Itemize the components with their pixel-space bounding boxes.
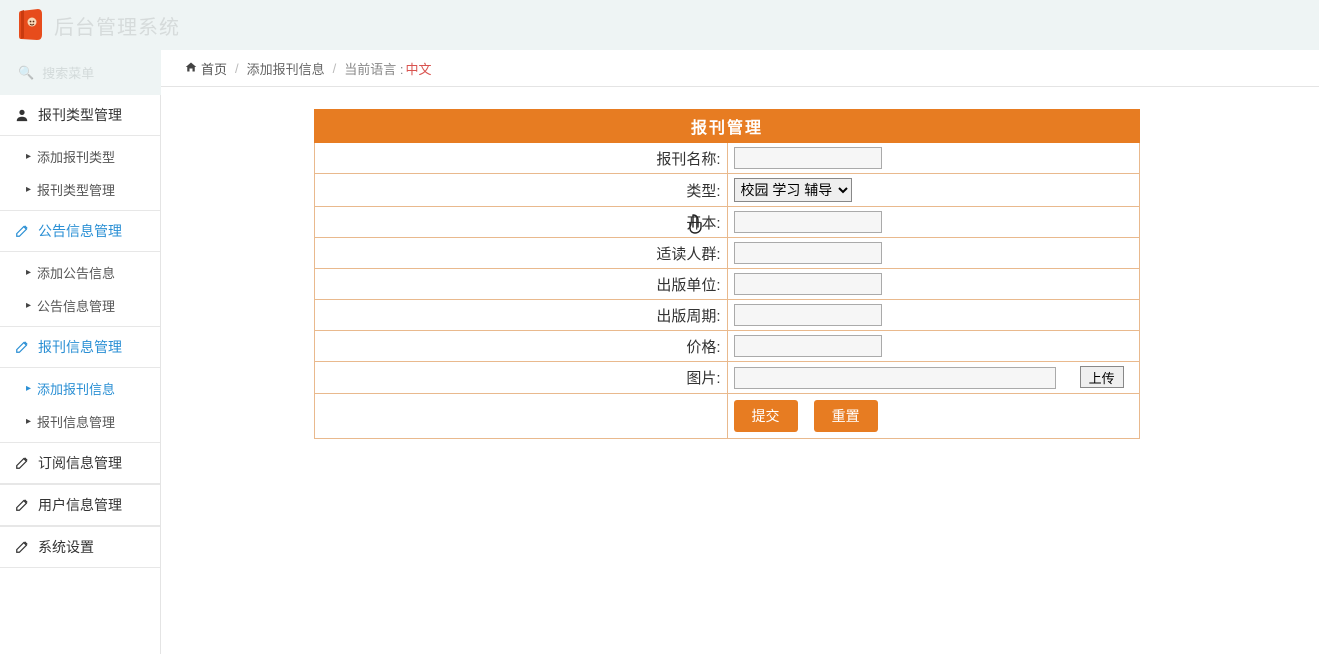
edit-icon — [14, 340, 30, 354]
sidebar-group-2[interactable]: 报刊信息管理 — [0, 326, 160, 368]
sidebar-item-1-0[interactable]: ▸ 添加公告信息 — [0, 256, 160, 289]
sidebar-item-2-0[interactable]: ▸ 添加报刊信息 — [0, 372, 160, 405]
breadcrumb-lang-label: 当前语言 : — [344, 59, 403, 78]
caret-right-icon: ▸ — [26, 151, 31, 162]
form-table: 报刊管理 报刊名称: 类型: 校园 学习 辅导 开本: 适读人群: — [314, 109, 1140, 439]
sidebar-item-label: 添加报刊类型 — [37, 147, 115, 166]
label-name: 报刊名称: — [315, 143, 728, 174]
input-format[interactable] — [734, 211, 882, 233]
app-logo — [18, 9, 44, 41]
caret-right-icon: ▸ — [26, 300, 31, 311]
select-type[interactable]: 校园 学习 辅导 — [734, 178, 852, 202]
sidebar-group-4[interactable]: 用户信息管理 — [0, 484, 160, 526]
sidebar-group-label: 订阅信息管理 — [38, 453, 122, 473]
edit-icon — [14, 456, 30, 470]
edit-icon — [14, 540, 30, 554]
label-period: 出版周期: — [315, 300, 728, 331]
label-image: 图片: — [315, 362, 728, 394]
sidebar-group-label: 公告信息管理 — [38, 221, 122, 241]
sidebar-item-label: 公告信息管理 — [37, 296, 115, 315]
label-audience: 适读人群: — [315, 238, 728, 269]
caret-right-icon: ▸ — [26, 416, 31, 427]
caret-right-icon: ▸ — [26, 184, 31, 195]
input-name[interactable] — [734, 147, 882, 169]
sidebar-group-1[interactable]: 公告信息管理 — [0, 210, 160, 252]
sidebar-item-2-1[interactable]: ▸ 报刊信息管理 — [0, 405, 160, 438]
caret-right-icon: ▸ — [26, 267, 31, 278]
sidebar-group-label: 用户信息管理 — [38, 495, 122, 515]
header-bar: 后台管理系统 — [0, 0, 1319, 50]
breadcrumb-sep: / — [235, 61, 239, 76]
breadcrumb-sep: / — [333, 61, 337, 76]
reset-button[interactable]: 重置 — [814, 400, 878, 432]
home-icon — [185, 61, 197, 76]
user-icon — [14, 108, 30, 122]
submit-button[interactable]: 提交 — [734, 400, 798, 432]
upload-button[interactable]: 上传 — [1080, 366, 1124, 388]
sidebar-item-label: 报刊类型管理 — [37, 180, 115, 199]
form-container: 报刊管理 报刊名称: 类型: 校园 学习 辅导 开本: 适读人群: — [161, 87, 1319, 439]
label-format: 开本: — [315, 207, 728, 238]
brand-title: 后台管理系统 — [54, 11, 180, 40]
input-publisher[interactable] — [734, 273, 882, 295]
sidebar-item-0-1[interactable]: ▸ 报刊类型管理 — [0, 173, 160, 206]
form-title: 报刊管理 — [315, 110, 1140, 143]
sidebar-item-0-0[interactable]: ▸ 添加报刊类型 — [0, 140, 160, 173]
main-area: 首页 / 添加报刊信息 / 当前语言 : 中文 报刊管理 报刊名称: 类型: 校… — [161, 50, 1319, 654]
sidebar-submenu-0: ▸ 添加报刊类型 ▸ 报刊类型管理 — [0, 136, 160, 210]
breadcrumb: 首页 / 添加报刊信息 / 当前语言 : 中文 — [161, 50, 1319, 87]
edit-icon — [14, 498, 30, 512]
sidebar-submenu-2: ▸ 添加报刊信息 ▸ 报刊信息管理 — [0, 368, 160, 442]
sidebar-group-5[interactable]: 系统设置 — [0, 526, 160, 568]
edit-icon — [14, 224, 30, 238]
sidebar-item-label: 添加公告信息 — [37, 263, 115, 282]
sidebar-group-0[interactable]: 报刊类型管理 — [0, 95, 160, 136]
search-icon: 🔍 — [18, 65, 34, 81]
sidebar-item-1-1[interactable]: ▸ 公告信息管理 — [0, 289, 160, 322]
sidebar-search-area: 🔍 搜索菜单 — [0, 50, 161, 95]
sidebar-group-label: 报刊类型管理 — [38, 105, 122, 125]
sidebar-group-3[interactable]: 订阅信息管理 — [0, 442, 160, 484]
sidebar-item-label: 添加报刊信息 — [37, 379, 115, 398]
label-empty — [315, 394, 728, 439]
breadcrumb-current: 添加报刊信息 — [247, 59, 325, 78]
input-period[interactable] — [734, 304, 882, 326]
sidebar-search-label: 搜索菜单 — [42, 63, 94, 82]
input-image-path[interactable] — [734, 367, 1056, 389]
label-type: 类型: — [315, 174, 728, 207]
breadcrumb-lang-value: 中文 — [406, 59, 432, 78]
label-publisher: 出版单位: — [315, 269, 728, 300]
breadcrumb-home[interactable]: 首页 — [201, 59, 227, 78]
sidebar-group-label: 系统设置 — [38, 537, 94, 557]
sidebar-group-label: 报刊信息管理 — [38, 337, 122, 357]
label-price: 价格: — [315, 331, 728, 362]
input-audience[interactable] — [734, 242, 882, 264]
sidebar-submenu-1: ▸ 添加公告信息 ▸ 公告信息管理 — [0, 252, 160, 326]
sidebar-item-label: 报刊信息管理 — [37, 412, 115, 431]
input-price[interactable] — [734, 335, 882, 357]
sidebar: 报刊类型管理 ▸ 添加报刊类型 ▸ 报刊类型管理公告信息管理 ▸ 添加公告信息 ▸ 公告信息管理… — [0, 95, 161, 654]
caret-right-icon: ▸ — [26, 383, 31, 394]
